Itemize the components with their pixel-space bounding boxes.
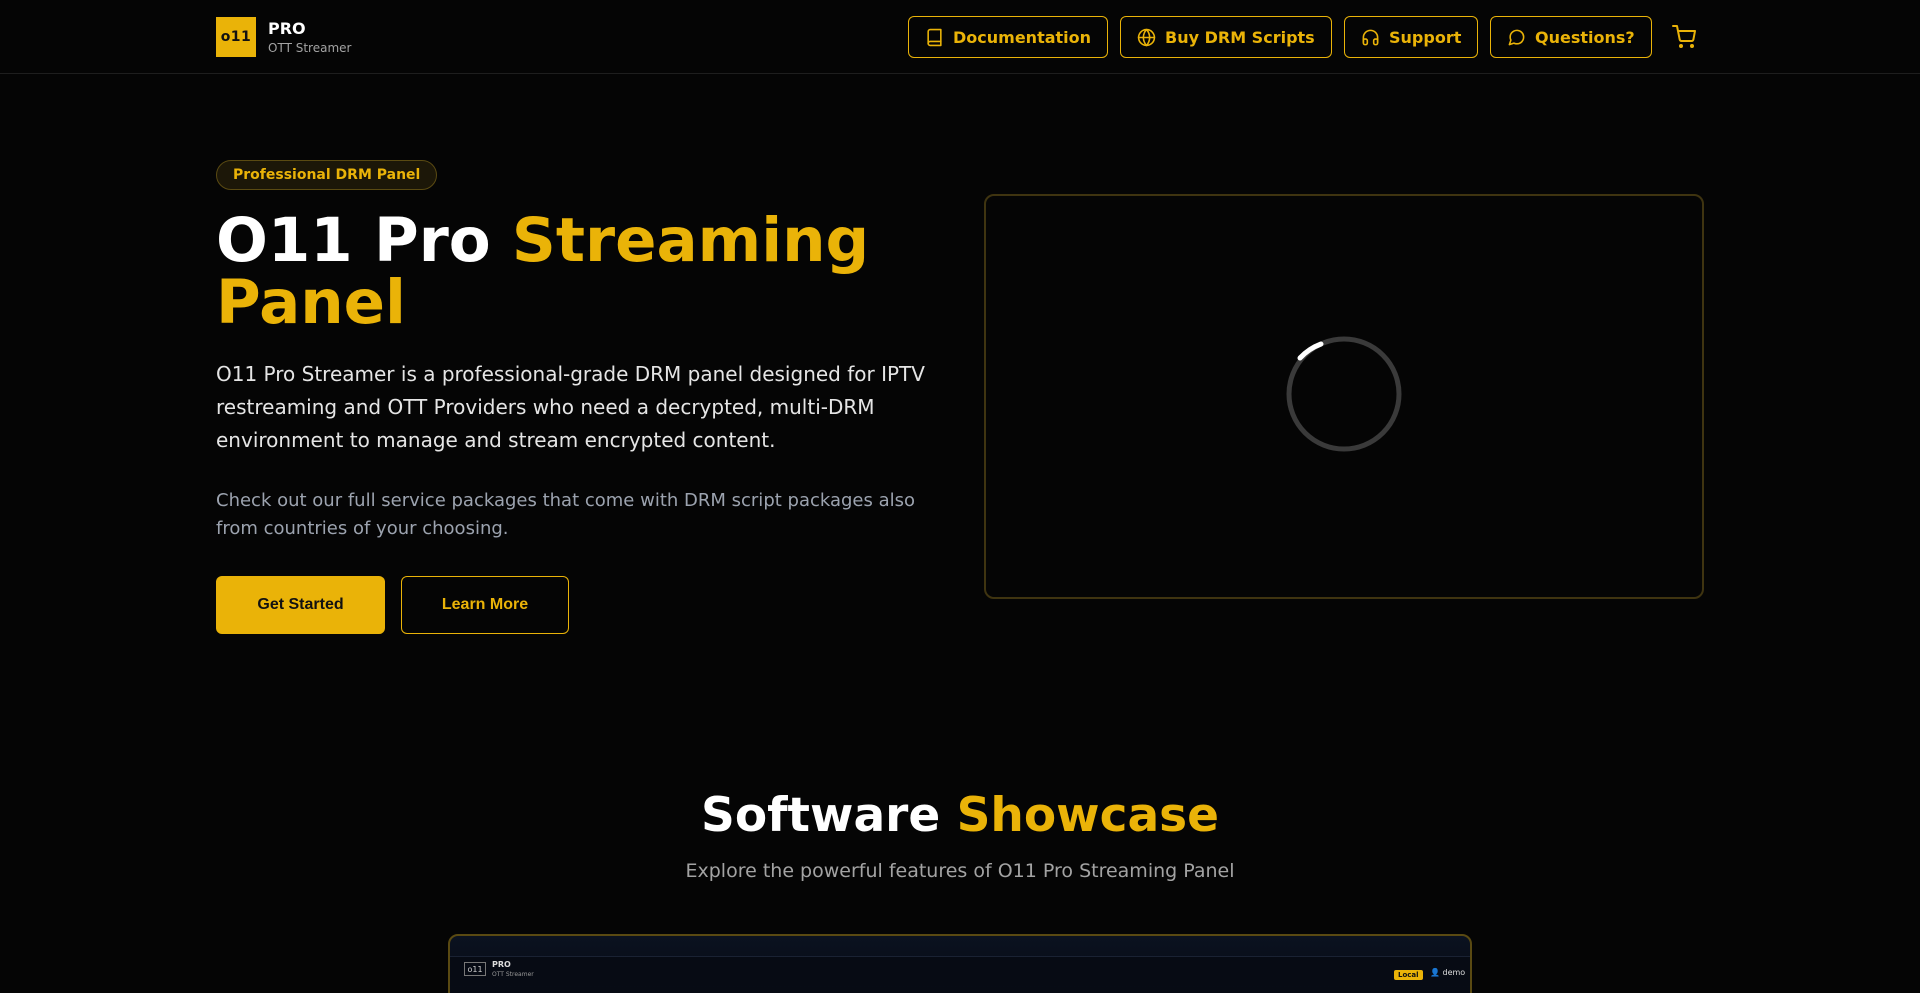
shopping-cart-icon[interactable]	[1672, 25, 1696, 49]
showcase-title-plain: Software	[700, 788, 957, 843]
message-circle-icon	[1508, 29, 1525, 45]
hero-title-plain: O11 Pro	[216, 205, 512, 276]
support-label: Support	[1389, 27, 1462, 47]
hero-note: Check out our full service packages that…	[216, 490, 916, 539]
hero-description: O11 Pro Streamer is a professional-grade…	[216, 362, 925, 452]
documentation-button[interactable]: Documentation	[908, 16, 1108, 58]
documentation-label: Documentation	[953, 27, 1092, 47]
hero-badge: Professional DRM Panel	[216, 160, 438, 190]
questions-label: Questions?	[1535, 27, 1635, 47]
hero-title: O11 Pro Streaming Panel	[216, 210, 956, 334]
preview-title: PRO	[492, 960, 511, 969]
showcase-preview: o11 PRO OTT Streamer Local 👤 demo	[448, 934, 1472, 993]
preview-subtitle: OTT Streamer	[492, 971, 534, 978]
brand-subtitle: OTT Streamer	[268, 41, 352, 55]
get-started-button[interactable]: Get Started	[216, 576, 385, 634]
learn-more-button[interactable]: Learn More	[401, 576, 569, 634]
showcase-title-accent: Showcase	[956, 788, 1220, 843]
preview-logo: o11	[464, 962, 486, 976]
preview-user: 👤 demo	[1430, 968, 1466, 977]
preview-user-name: demo	[1442, 968, 1466, 977]
preview-badge: Local	[1394, 970, 1423, 980]
showcase-subtitle: Explore the powerful features of O11 Pro…	[685, 860, 1235, 882]
buy-drm-scripts-button[interactable]: Buy DRM Scripts	[1120, 16, 1332, 58]
globe-icon	[1137, 28, 1156, 46]
support-button[interactable]: Support	[1344, 16, 1478, 58]
book-icon	[927, 28, 942, 46]
showcase-title: Software Showcase	[0, 788, 1920, 843]
brand-logo[interactable]: o11	[216, 17, 256, 57]
headphones-icon	[1362, 29, 1379, 45]
questions-button[interactable]: Questions?	[1490, 16, 1652, 58]
site-header: o11 PRO OTT Streamer Documentation Buy D…	[0, 0, 1920, 74]
preview-header-bar	[450, 956, 1470, 986]
brand-title: PRO	[268, 19, 306, 38]
buy-drm-scripts-label: Buy DRM Scripts	[1165, 27, 1315, 47]
loading-spinner-icon	[1286, 336, 1402, 452]
video-player[interactable]	[984, 194, 1704, 599]
